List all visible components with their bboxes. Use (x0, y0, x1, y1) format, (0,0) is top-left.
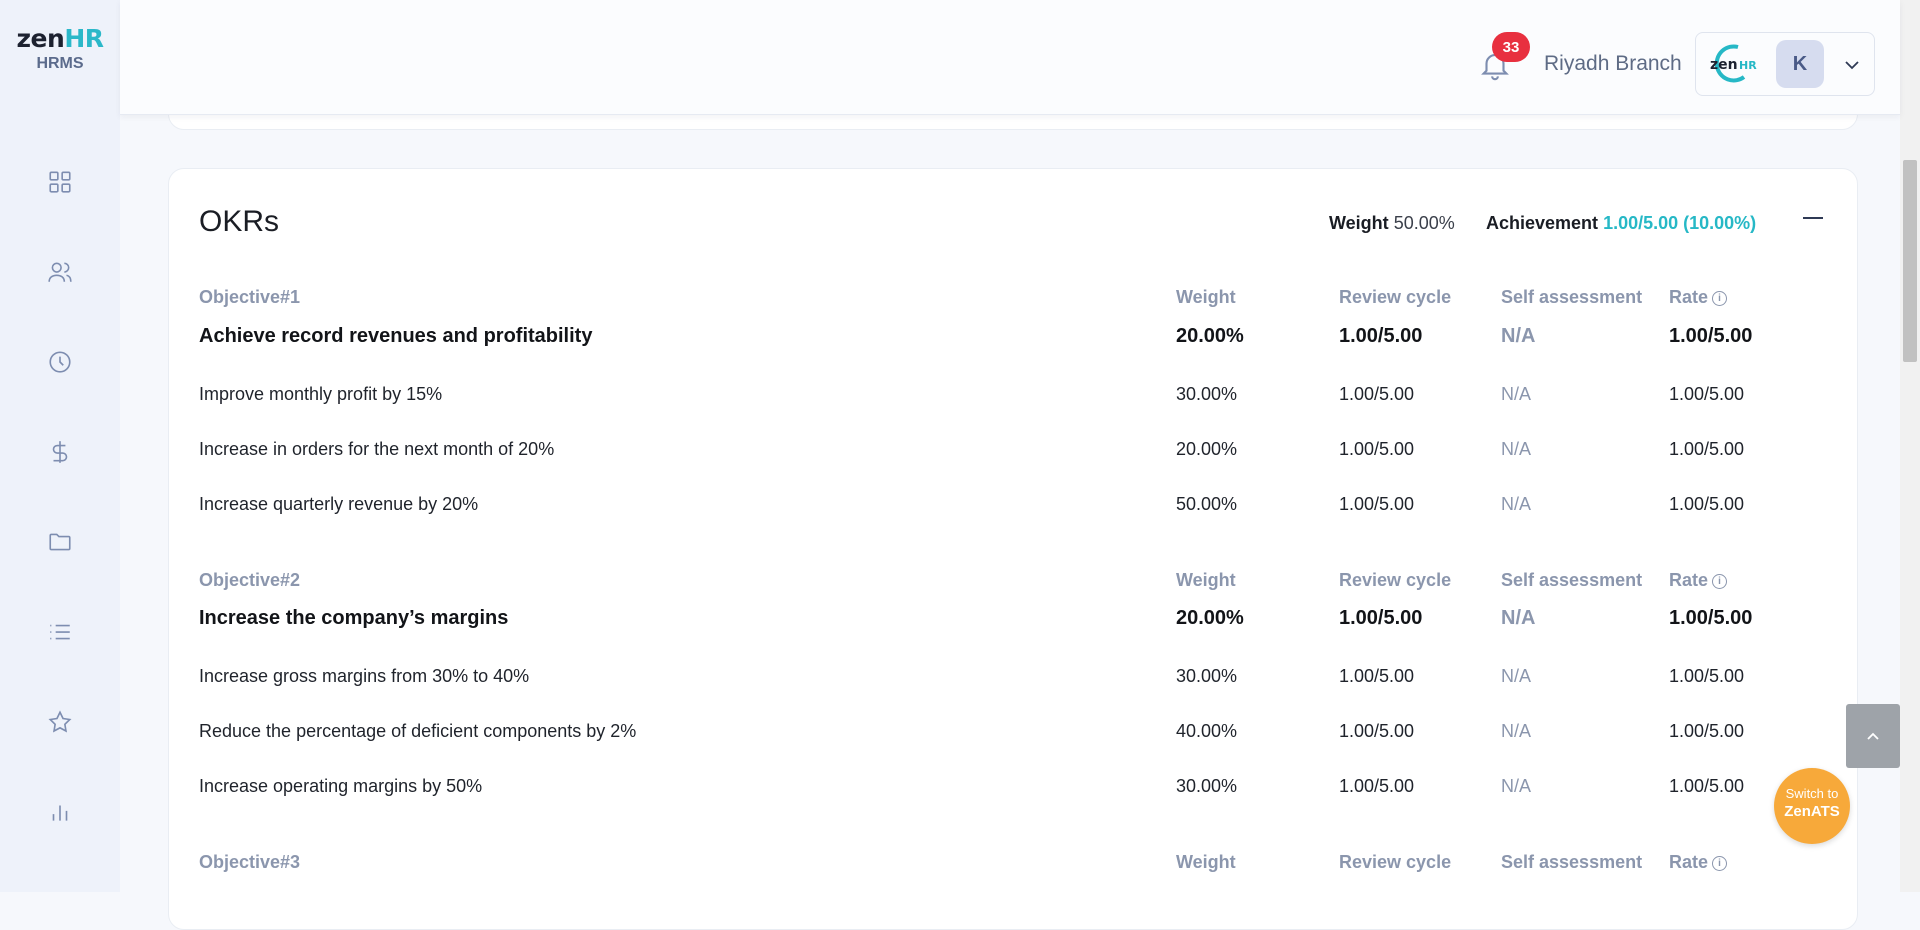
svg-text:zen: zen (1710, 57, 1738, 73)
key-result-weight: 30.00% (1176, 776, 1238, 796)
objective-weight: 20.00% (1176, 607, 1244, 629)
achievement-value: 1.00/5.00 (10.00%) (1603, 213, 1757, 233)
objective-title: Increase the company’s margins (199, 607, 509, 629)
info-icon[interactable]: i (1712, 573, 1728, 589)
chart-icon[interactable] (44, 796, 76, 828)
okrs-weight-summary: Weight 50.00% (1329, 213, 1455, 234)
switch-to-zenats-button[interactable]: Switch to ZenATS (1774, 768, 1850, 844)
rate-header-label: Rate (1669, 852, 1709, 872)
rate-header: Rate i (1669, 852, 1728, 873)
list-icon[interactable] (44, 616, 76, 648)
key-result-rate: 1.00/5.00 (1669, 384, 1745, 404)
weight-header: Weight (1176, 852, 1236, 872)
review-cycle-header: Review cycle (1339, 852, 1452, 872)
dashboard-icon[interactable] (44, 166, 76, 198)
section-title: OKRs (199, 205, 280, 238)
svg-text:HR: HR (1739, 59, 1757, 72)
objective-rate: 1.00/5.00 (1669, 325, 1753, 347)
key-result-name: Reduce the percentage of deficient compo… (199, 721, 637, 741)
key-result-self-assessment: N/A (1501, 666, 1532, 686)
key-result-name: Increase quarterly revenue by 20% (199, 494, 479, 514)
key-result-weight: 30.00% (1176, 666, 1238, 686)
key-result-weight: 50.00% (1176, 494, 1238, 514)
info-icon[interactable]: i (1712, 290, 1728, 306)
chevron-up-icon (1867, 732, 1879, 740)
rate-header: Rate i (1669, 287, 1728, 308)
rate-header-label: Rate (1669, 287, 1709, 307)
key-result-name: Increase operating margins by 50% (199, 776, 483, 796)
key-result-self-assessment: N/A (1501, 384, 1532, 404)
achievement-label: Achievement (1486, 213, 1599, 233)
weight-header: Weight (1176, 287, 1236, 307)
objective-review-cycle: 1.00/5.00 (1339, 607, 1423, 629)
key-result-review-cycle: 1.00/5.00 (1339, 666, 1415, 686)
scrollbar-thumb[interactable] (1903, 160, 1917, 362)
brand-subtitle: HRMS (36, 55, 84, 72)
zenats-label: ZenATS (1784, 803, 1840, 820)
scroll-to-top-button[interactable] (1846, 704, 1900, 768)
key-result-name: Improve monthly profit by 15% (199, 384, 443, 404)
brand-logo[interactable]: zenHR HRMS (0, 24, 120, 73)
self-assessment-header: Self assessment (1501, 570, 1643, 590)
objective-review-cycle: 1.00/5.00 (1339, 325, 1423, 347)
key-result-rate: 1.00/5.00 (1669, 776, 1745, 796)
branch-name[interactable]: Riyadh Branch (1544, 52, 1682, 76)
self-assessment-header: Self assessment (1501, 287, 1643, 307)
objective-label: Objective#1 (199, 287, 301, 307)
key-result-name: Increase gross margins from 30% to 40% (199, 666, 530, 686)
key-result-name: Increase in orders for the next month of… (199, 439, 555, 459)
key-result-review-cycle: 1.00/5.00 (1339, 721, 1415, 741)
key-result-rate: 1.00/5.00 (1669, 439, 1745, 459)
objective-rate: 1.00/5.00 (1669, 607, 1753, 629)
key-result-weight: 30.00% (1176, 384, 1238, 404)
self-assessment-header: Self assessment (1501, 852, 1643, 872)
key-result-review-cycle: 1.00/5.00 (1339, 494, 1415, 514)
sidebar: zenHR HRMS (0, 0, 120, 892)
key-result-review-cycle: 1.00/5.00 (1339, 384, 1415, 404)
key-result-rate: 1.00/5.00 (1669, 666, 1745, 686)
star-icon[interactable] (44, 706, 76, 738)
info-icon[interactable]: i (1712, 855, 1728, 871)
okrs-card: OKRs Weight 50.00% Achievement 1.00/5.00… (168, 168, 1858, 930)
key-result-review-cycle: 1.00/5.00 (1339, 776, 1415, 796)
objective-label: Objective#2 (199, 570, 301, 590)
review-cycle-header: Review cycle (1339, 287, 1452, 307)
key-result-self-assessment: N/A (1501, 721, 1532, 741)
key-result-weight: 40.00% (1176, 721, 1238, 741)
rate-header-label: Rate (1669, 570, 1709, 590)
key-result-self-assessment: N/A (1501, 439, 1532, 459)
switch-label: Switch to (1785, 786, 1839, 801)
key-result-rate: 1.00/5.00 (1669, 721, 1745, 741)
dollar-icon[interactable] (44, 436, 76, 468)
objective-title: Achieve record revenues and profitabilit… (199, 325, 593, 347)
company-logo-icon: zen HR (1710, 44, 1757, 83)
weight-label: Weight (1329, 213, 1389, 233)
brand-accent: HR (64, 24, 104, 53)
collapse-button[interactable] (1803, 217, 1823, 219)
folder-icon[interactable] (44, 526, 76, 558)
people-icon[interactable] (44, 256, 76, 288)
weight-value: 50.00% (1393, 213, 1455, 233)
notification-count-badge[interactable]: 33 (1492, 32, 1530, 62)
key-result-rate: 1.00/5.00 (1669, 494, 1745, 514)
okrs-achievement-summary: Achievement 1.00/5.00 (10.00%) (1486, 213, 1756, 234)
weight-header: Weight (1176, 570, 1236, 590)
page-scrollbar[interactable] (1900, 0, 1920, 892)
objective-label: Objective#3 (199, 852, 301, 872)
objective-weight: 20.00% (1176, 325, 1244, 347)
key-result-review-cycle: 1.00/5.00 (1339, 439, 1415, 459)
brand-main: zen (16, 24, 65, 53)
rate-header: Rate i (1669, 570, 1728, 591)
clock-icon[interactable] (44, 346, 76, 378)
objective-self-assessment: N/A (1501, 607, 1536, 629)
key-result-weight: 20.00% (1176, 439, 1238, 459)
key-result-self-assessment: N/A (1501, 776, 1532, 796)
review-cycle-header: Review cycle (1339, 570, 1452, 590)
user-menu[interactable]: zen HR K (1695, 32, 1875, 96)
avatar[interactable]: K (1776, 40, 1824, 88)
key-result-self-assessment: N/A (1501, 494, 1532, 514)
objective-self-assessment: N/A (1501, 325, 1536, 347)
chevron-down-icon[interactable] (1842, 55, 1862, 75)
